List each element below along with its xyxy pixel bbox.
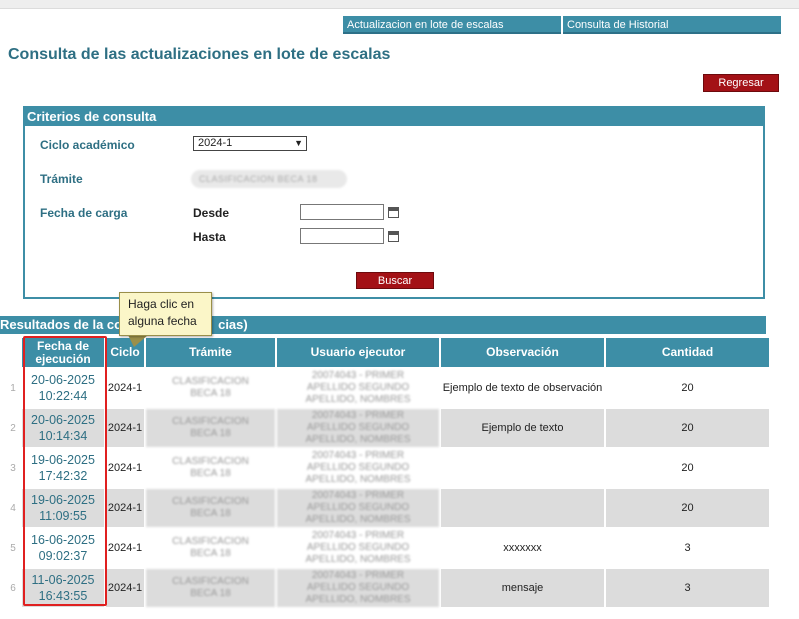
quantity-cell: 20 (681, 462, 694, 474)
user-cell: 20074043 - PRIMER APELLIDO SEGUNDO APELL… (277, 569, 439, 607)
table-row: 2 20-06-2025 10:14:34 2024-1 CLASIFICACION B… (6, 409, 769, 447)
observation-cell: mensaje (441, 569, 604, 607)
execution-date-link[interactable]: 19-06-2025 11:09:55 (22, 489, 104, 527)
quantity-cell: 20 (681, 382, 694, 394)
observation-cell: Ejemplo de texto (441, 409, 604, 447)
row-number: 5 (6, 529, 20, 567)
execution-date-link[interactable]: 11-06-2025 16:43:55 (22, 569, 104, 607)
col-observation: Observación (441, 338, 604, 367)
cycle-cell: 2024-1 (107, 462, 143, 474)
cycle-cell: 2024-1 (106, 489, 144, 527)
cycle-select-value: 2024-1 (198, 137, 233, 149)
top-bar (0, 0, 799, 9)
to-label: Hasta (193, 230, 226, 244)
cycle-label: Ciclo académico (40, 138, 135, 152)
execution-time: 11:09:55 (39, 509, 87, 523)
upload-date-label: Fecha de carga (40, 206, 128, 220)
col-procedure: Trámite (146, 338, 275, 367)
tooltip-pointer (128, 335, 148, 347)
execution-date: 20-06-2025 (31, 413, 95, 427)
execution-date: 11-06-2025 (31, 573, 95, 587)
execution-time: 10:14:34 (38, 429, 88, 443)
quantity-cell: 3 (684, 542, 691, 554)
table-row: 4 19-06-2025 11:09:55 2024-1 CLASIFICACION B… (6, 489, 769, 527)
procedure-cell: CLASIFICACION BECA 18 (146, 489, 275, 527)
execution-time: 10:22:44 (38, 389, 88, 403)
observation-cell (441, 449, 604, 487)
procedure-cell: CLASIFICACION BECA 18 (172, 456, 249, 479)
from-date-input[interactable] (300, 204, 384, 220)
top-nav: Actualizacion en lote de escalas Consult… (343, 16, 781, 34)
cycle-cell: 2024-1 (107, 382, 143, 394)
user-cell: 20074043 - PRIMER APELLIDO SEGUNDO APELL… (305, 370, 411, 405)
procedure-label: Trámite (40, 172, 83, 186)
execution-date: 20-06-2025 (31, 373, 95, 387)
execution-date-link[interactable]: 20-06-2025 10:22:44 (22, 369, 104, 407)
user-cell: 20074043 - PRIMER APELLIDO SEGUNDO APELL… (277, 489, 439, 527)
hint-tooltip: Haga clic en alguna fecha (119, 292, 212, 336)
results-header-tail: cias) (218, 317, 248, 332)
table-row: 3 19-06-2025 17:42:32 2024-1 CLASIFICACION B… (6, 449, 769, 487)
row-number: 3 (6, 449, 20, 487)
col-execution-date: Fecha de ejecución (22, 338, 104, 367)
from-label: Desde (193, 206, 230, 220)
execution-date-link[interactable]: 19-06-2025 17:42:32 (22, 449, 104, 487)
criteria-panel: Criterios de consulta Ciclo académico 20… (23, 106, 765, 299)
col-quantity: Cantidad (606, 338, 769, 367)
row-number: 6 (6, 569, 20, 607)
procedure-cell: CLASIFICACION BECA 18 (146, 569, 275, 607)
results-body: 1 20-06-2025 10:22:44 2024-1 CLASIFICACION B… (6, 369, 769, 607)
nav-link-history[interactable]: Consulta de Historial (563, 16, 781, 34)
cycle-cell: 2024-1 (106, 409, 144, 447)
execution-time: 09:02:37 (38, 549, 88, 563)
procedure-cell: CLASIFICACION BECA 18 (172, 376, 249, 399)
table-row: 5 16-06-2025 09:02:37 2024-1 CLASIFICACION B… (6, 529, 769, 567)
procedure-select-value: CLASIFICACION BECA 18 (199, 174, 318, 184)
procedure-cell: CLASIFICACION BECA 18 (172, 536, 249, 559)
execution-date: 16-06-2025 (31, 533, 95, 547)
page-title: Consulta de las actualizaciones en lote … (8, 46, 391, 63)
procedure-select[interactable]: CLASIFICACION BECA 18 (191, 170, 347, 188)
observation-cell (441, 489, 604, 527)
row-number: 4 (6, 489, 20, 527)
observation-cell: Ejemplo de texto de observación (442, 382, 603, 394)
user-cell: 20074043 - PRIMER APELLIDO SEGUNDO APELL… (305, 530, 411, 565)
row-number: 2 (6, 409, 20, 447)
quantity-cell: 20 (606, 489, 769, 527)
execution-date-link[interactable]: 20-06-2025 10:14:34 (22, 409, 104, 447)
table-row: 1 20-06-2025 10:22:44 2024-1 CLASIFICACION B… (6, 369, 769, 407)
execution-time: 17:42:32 (38, 469, 88, 483)
col-executing-user: Usuario ejecutor (277, 338, 439, 367)
nav-link-batch-update[interactable]: Actualizacion en lote de escalas (343, 16, 561, 34)
back-button[interactable]: Regresar (703, 74, 779, 92)
table-header-row: Fecha de ejecución Ciclo Trámite Usuario… (6, 338, 769, 367)
procedure-cell: CLASIFICACION BECA 18 (146, 409, 275, 447)
execution-date-link[interactable]: 16-06-2025 09:02:37 (22, 529, 104, 567)
criteria-header: Criterios de consulta (25, 108, 763, 126)
calendar-icon[interactable] (388, 207, 399, 218)
execution-date: 19-06-2025 (31, 493, 95, 507)
cycle-cell: 2024-1 (106, 569, 144, 607)
results-header-text: Resultados de la co (0, 317, 123, 332)
user-cell: 20074043 - PRIMER APELLIDO SEGUNDO APELL… (305, 450, 411, 485)
row-number: 1 (6, 369, 20, 407)
results-table: Fecha de ejecución Ciclo Trámite Usuario… (4, 336, 771, 609)
quantity-cell: 3 (606, 569, 769, 607)
quantity-cell: 20 (606, 409, 769, 447)
execution-date: 19-06-2025 (31, 453, 95, 467)
cycle-cell: 2024-1 (107, 542, 143, 554)
table-row: 6 11-06-2025 16:43:55 2024-1 CLASIFICACION B… (6, 569, 769, 607)
calendar-icon[interactable] (388, 231, 399, 242)
cycle-select[interactable]: 2024-1 ▼ (193, 136, 307, 151)
results-header: Resultados de la co cias) (0, 316, 766, 334)
chevron-down-icon: ▼ (294, 138, 303, 148)
search-button[interactable]: Buscar (356, 272, 434, 289)
observation-cell: xxxxxxx (503, 542, 542, 554)
user-cell: 20074043 - PRIMER APELLIDO SEGUNDO APELL… (277, 409, 439, 447)
to-date-input[interactable] (300, 228, 384, 244)
execution-time: 16:43:55 (38, 589, 88, 603)
